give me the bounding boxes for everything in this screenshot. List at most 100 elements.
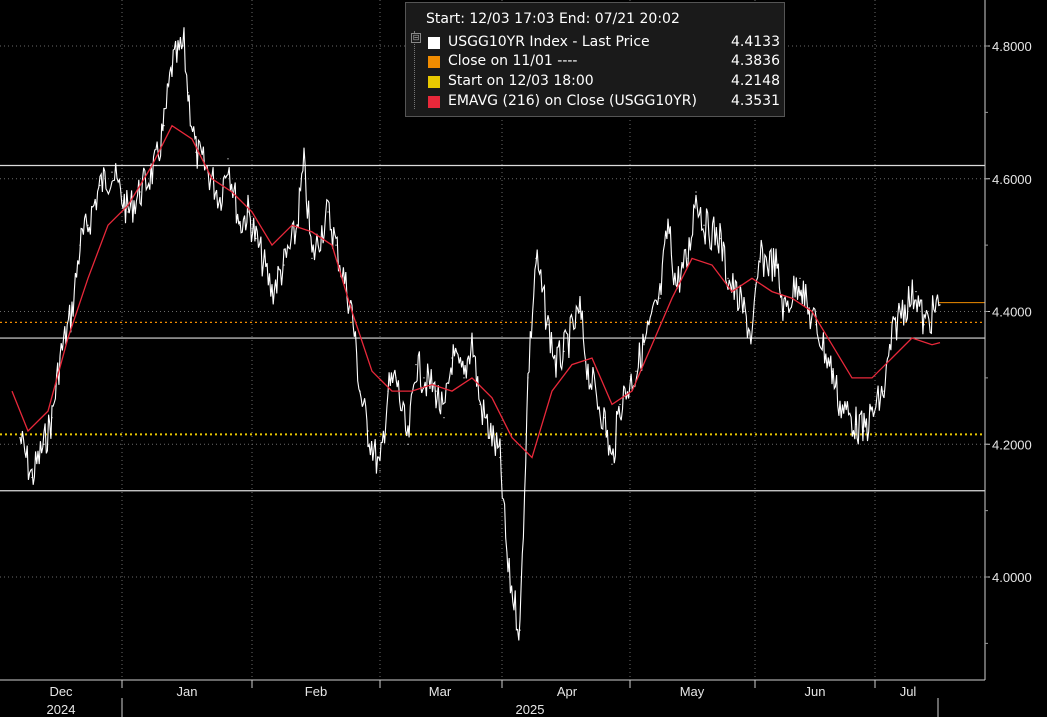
price-point	[59, 357, 61, 359]
collapse-icon[interactable]: ⊟	[411, 33, 421, 43]
price-point	[359, 390, 361, 392]
legend-row-ema[interactable]: EMAVG (216) on Close (USGG10YR) 4.3531	[428, 93, 780, 111]
legend-swatch	[428, 56, 440, 68]
x-tick-label: May	[680, 684, 705, 699]
price-point	[79, 244, 81, 246]
price-point	[519, 629, 521, 631]
legend-label: USGG10YR Index - Last Price	[448, 34, 650, 50]
price-point	[239, 224, 241, 226]
x-tick-label: Jul	[900, 684, 917, 699]
price-point	[443, 417, 445, 419]
price-point	[659, 297, 661, 299]
price-point	[155, 164, 157, 167]
price-point	[915, 290, 917, 293]
price-point	[507, 569, 509, 571]
price-point	[171, 65, 173, 67]
price-point	[415, 364, 417, 366]
price-point	[839, 403, 841, 406]
price-point	[87, 224, 89, 226]
price-point	[247, 211, 249, 213]
price-point	[675, 284, 677, 286]
price-point	[407, 443, 409, 445]
legend-row-close[interactable]: Close on 11/01 ---- 4.3836	[428, 53, 780, 71]
price-point	[163, 125, 165, 127]
price-point	[783, 310, 785, 313]
price-point	[187, 91, 189, 94]
price-point	[311, 257, 313, 259]
price-point	[799, 277, 801, 279]
price-point	[899, 310, 901, 313]
price-point	[195, 151, 197, 153]
y-tick-label: 4.6000	[992, 172, 1032, 187]
legend-label: Close on 11/01 ----	[448, 53, 578, 69]
price-point	[727, 277, 729, 279]
price-point	[335, 244, 337, 246]
price-point	[367, 430, 369, 432]
y-tick-label: 4.8000	[992, 39, 1032, 54]
price-point	[703, 224, 705, 226]
price-point	[303, 164, 305, 167]
x-tick-label: Apr	[557, 684, 578, 699]
price-point	[831, 370, 833, 372]
price-point	[435, 390, 437, 392]
price-point	[603, 417, 605, 419]
price-point	[499, 456, 501, 459]
price-point	[807, 310, 809, 313]
price-point	[19, 437, 21, 439]
price-point	[271, 290, 273, 293]
price-point	[643, 344, 645, 346]
price-point	[855, 423, 857, 425]
price-point	[43, 443, 45, 445]
price-point	[255, 237, 257, 240]
price-point	[327, 211, 329, 213]
price-point	[71, 310, 73, 313]
legend-date-range: Start: 12/03 17:03 End: 07/21 20:02	[426, 11, 680, 27]
legend-swatch	[428, 96, 440, 108]
price-point	[219, 198, 221, 200]
price-point	[775, 264, 777, 266]
x-year-label: 2025	[516, 702, 545, 717]
legend-label: EMAVG (216) on Close (USGG10YR)	[448, 93, 697, 109]
price-point	[547, 324, 549, 326]
y-tick-label: 4.2000	[992, 437, 1032, 452]
price-point	[527, 377, 529, 379]
legend-label: Start on 12/03 18:00	[448, 73, 594, 89]
x-tick-label: Jan	[177, 684, 198, 699]
price-point	[891, 337, 893, 339]
price-point	[535, 257, 537, 259]
price-point	[295, 231, 297, 233]
price-point	[759, 257, 761, 259]
legend-swatch	[428, 37, 440, 49]
price-point	[587, 370, 589, 372]
legend-row-last-price[interactable]: USGG10YR Index - Last Price 4.4133	[428, 34, 780, 52]
price-point	[283, 264, 285, 266]
price-point	[139, 191, 141, 193]
y-tick-label: 4.4000	[992, 305, 1032, 320]
price-point	[127, 211, 129, 213]
price-point	[635, 370, 637, 372]
price-point	[751, 337, 753, 339]
legend-value: 4.4133	[731, 34, 780, 50]
price-point	[883, 390, 885, 392]
price-point	[31, 476, 33, 479]
price-point	[687, 257, 689, 259]
price-point	[423, 377, 425, 379]
price-point	[463, 377, 465, 379]
legend-value: 4.2148	[731, 73, 780, 89]
x-tick-label: Mar	[429, 684, 452, 699]
price-point	[387, 390, 389, 392]
x-year-label: 2024	[47, 702, 76, 717]
price-point	[619, 403, 621, 406]
price-point	[227, 158, 229, 160]
price-point	[111, 171, 113, 173]
price-point	[395, 377, 397, 379]
price-point	[743, 310, 745, 313]
price-point	[923, 324, 925, 326]
y-tick-label: 4.0000	[992, 570, 1032, 585]
x-tick-label: Dec	[49, 684, 73, 699]
x-tick-label: Jun	[805, 684, 826, 699]
price-point	[579, 310, 581, 313]
legend-row-start[interactable]: Start on 12/03 18:00 4.2148	[428, 73, 780, 91]
price-point	[611, 463, 613, 465]
legend: ⊟ Start: 12/03 17:03 End: 07/21 20:02 US…	[405, 2, 785, 117]
